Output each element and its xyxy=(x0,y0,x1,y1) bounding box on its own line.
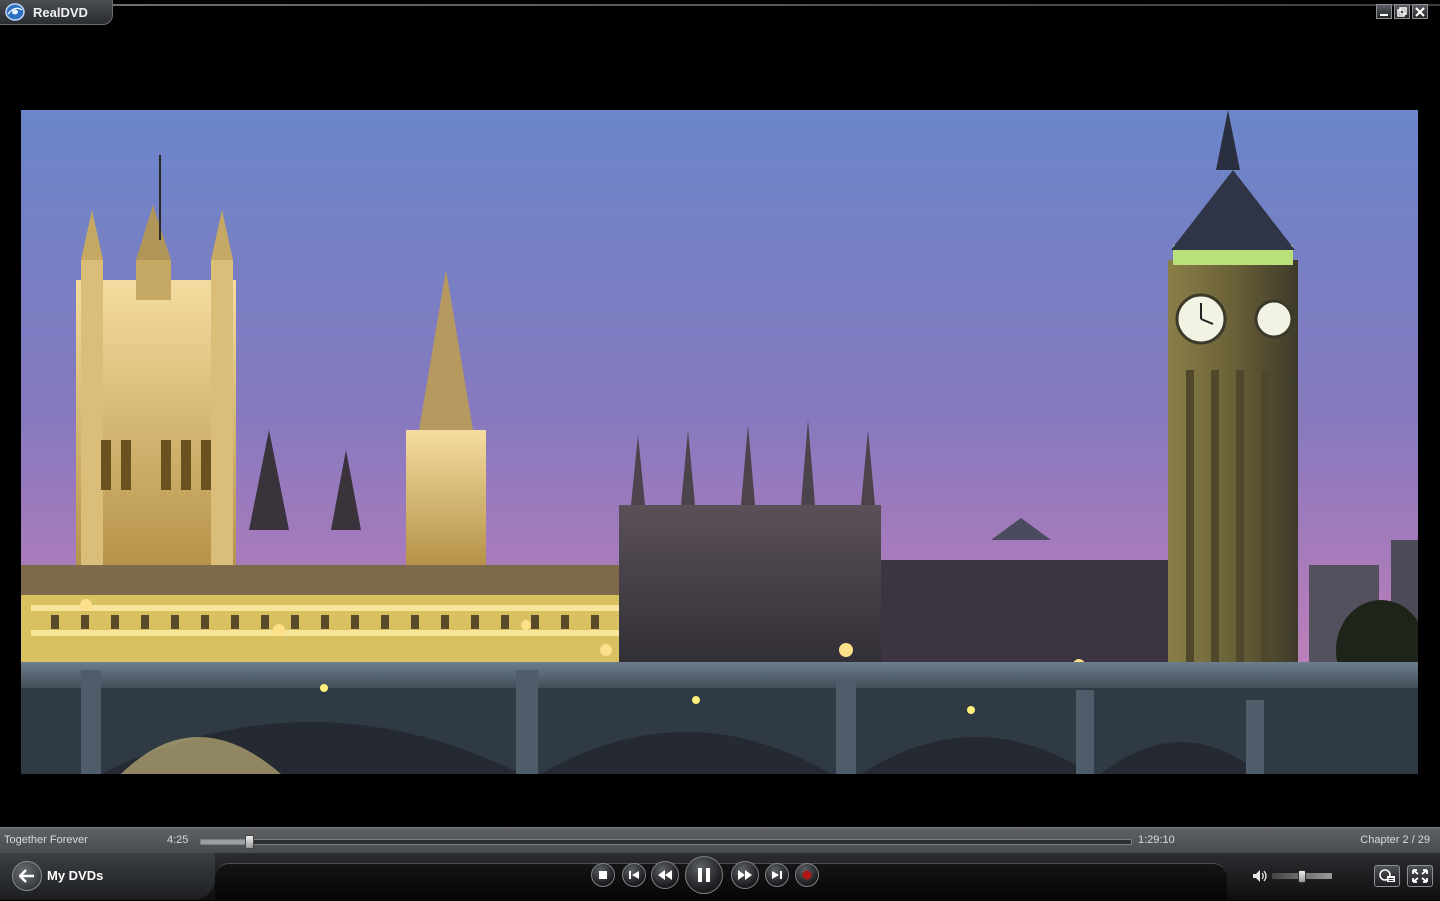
minimize-icon xyxy=(1380,13,1388,16)
close-icon xyxy=(1415,6,1425,17)
window-controls xyxy=(1376,4,1428,19)
fast-forward-button[interactable] xyxy=(731,861,759,889)
volume-slider[interactable] xyxy=(1272,870,1332,883)
restore-button[interactable] xyxy=(1394,4,1410,19)
fullscreen-button[interactable] xyxy=(1407,865,1433,887)
total-duration: 1:29:10 xyxy=(1138,834,1175,846)
seek-handle[interactable] xyxy=(244,835,254,849)
pause-icon xyxy=(698,868,710,882)
title-tab: RealDVD xyxy=(0,0,113,25)
close-button[interactable] xyxy=(1412,4,1428,19)
seek-bar[interactable] xyxy=(200,835,1132,849)
stop-button[interactable] xyxy=(591,863,615,887)
next-chapter-button[interactable] xyxy=(765,863,789,887)
video-scene xyxy=(21,110,1418,774)
track-title: Together Forever xyxy=(4,834,88,846)
info-bar: Together Forever 4:25 1:29:10 Chapter 2 … xyxy=(0,827,1440,854)
video-frame[interactable] xyxy=(21,110,1418,774)
title-bar: RealDVD xyxy=(0,0,1440,25)
previous-chapter-button[interactable] xyxy=(622,863,646,887)
minimize-button[interactable] xyxy=(1376,4,1392,19)
rewind-button[interactable] xyxy=(651,861,679,889)
arrow-left-icon xyxy=(19,869,34,883)
record-icon xyxy=(802,870,812,880)
subtitles-icon xyxy=(1379,869,1395,882)
rewind-icon xyxy=(658,870,672,880)
chapter-indicator: Chapter 2 / 29 xyxy=(1360,834,1430,846)
previous-icon xyxy=(629,871,639,879)
my-dvds-link[interactable]: My DVDs xyxy=(47,868,103,883)
pause-button[interactable] xyxy=(685,856,723,894)
fullscreen-icon xyxy=(1412,869,1428,883)
realdvd-logo-icon xyxy=(5,3,25,21)
volume-icon[interactable] xyxy=(1252,869,1268,883)
seek-progress xyxy=(201,840,248,844)
volume-handle[interactable] xyxy=(1297,870,1306,883)
fast-forward-icon xyxy=(738,870,752,880)
back-button[interactable] xyxy=(12,861,42,891)
record-button[interactable] xyxy=(795,863,819,887)
elapsed-time: 4:25 xyxy=(167,834,189,846)
nav-panel: My DVDs xyxy=(0,853,215,900)
restore-icon xyxy=(1397,6,1407,17)
app-title: RealDVD xyxy=(33,5,88,20)
subtitles-button[interactable] xyxy=(1374,865,1400,887)
next-icon xyxy=(772,871,782,879)
title-bar-line xyxy=(110,4,1440,6)
stop-icon xyxy=(599,871,607,879)
